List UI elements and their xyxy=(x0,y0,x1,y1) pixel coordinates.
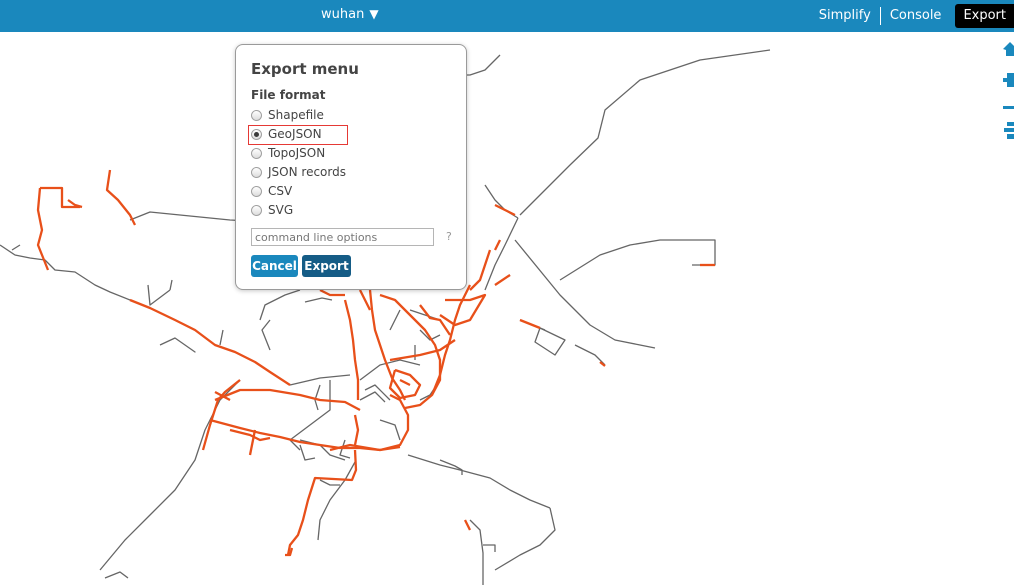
zoom-out-icon[interactable] xyxy=(1003,100,1014,116)
radio-svg[interactable] xyxy=(251,204,262,216)
export-button[interactable]: Export xyxy=(302,255,351,277)
nav-simplify[interactable]: Simplify xyxy=(810,7,880,25)
layer-name-label: wuhan xyxy=(321,7,365,22)
layer-selector[interactable]: wuhan ▼ xyxy=(321,7,379,22)
road-network xyxy=(0,49,771,585)
layers-icon[interactable] xyxy=(1003,122,1014,139)
top-bar: wuhan ▼ Simplify Console Export xyxy=(0,0,1014,32)
dialog-title: Export menu xyxy=(251,60,359,78)
map-canvas[interactable] xyxy=(0,32,1014,585)
format-label-shapefile: Shapefile xyxy=(268,108,324,122)
home-icon[interactable] xyxy=(1003,42,1014,58)
format-option-shapefile[interactable]: Shapefile xyxy=(251,106,324,124)
export-dialog: Export menu File format Shapefile GeoJSO… xyxy=(235,44,467,290)
format-label-topojson: TopoJSON xyxy=(268,146,326,160)
format-option-json-records[interactable]: JSON records xyxy=(251,163,346,181)
cancel-button[interactable]: Cancel xyxy=(251,255,298,277)
radio-csv[interactable] xyxy=(251,185,262,197)
radio-shapefile[interactable] xyxy=(251,109,262,121)
format-option-svg[interactable]: SVG xyxy=(251,201,293,219)
format-label-csv: CSV xyxy=(268,184,293,198)
nav-console[interactable]: Console xyxy=(879,7,951,25)
selection-highlight xyxy=(248,125,348,145)
zoom-in-icon[interactable] xyxy=(1003,73,1014,89)
command-line-options-input[interactable] xyxy=(251,228,434,246)
radio-topojson[interactable] xyxy=(251,147,262,159)
file-format-label: File format xyxy=(251,88,326,102)
format-option-csv[interactable]: CSV xyxy=(251,182,292,200)
chevron-down-icon: ▼ xyxy=(369,7,379,21)
format-option-topojson[interactable]: TopoJSON xyxy=(251,144,325,162)
help-icon[interactable]: ? xyxy=(446,230,452,243)
main-nav: Simplify Console Export xyxy=(810,0,1014,32)
nav-export[interactable]: Export xyxy=(955,4,1014,28)
format-label-json-records: JSON records xyxy=(268,165,346,179)
format-label-svg: SVG xyxy=(268,203,294,217)
radio-json-records[interactable] xyxy=(251,166,262,178)
